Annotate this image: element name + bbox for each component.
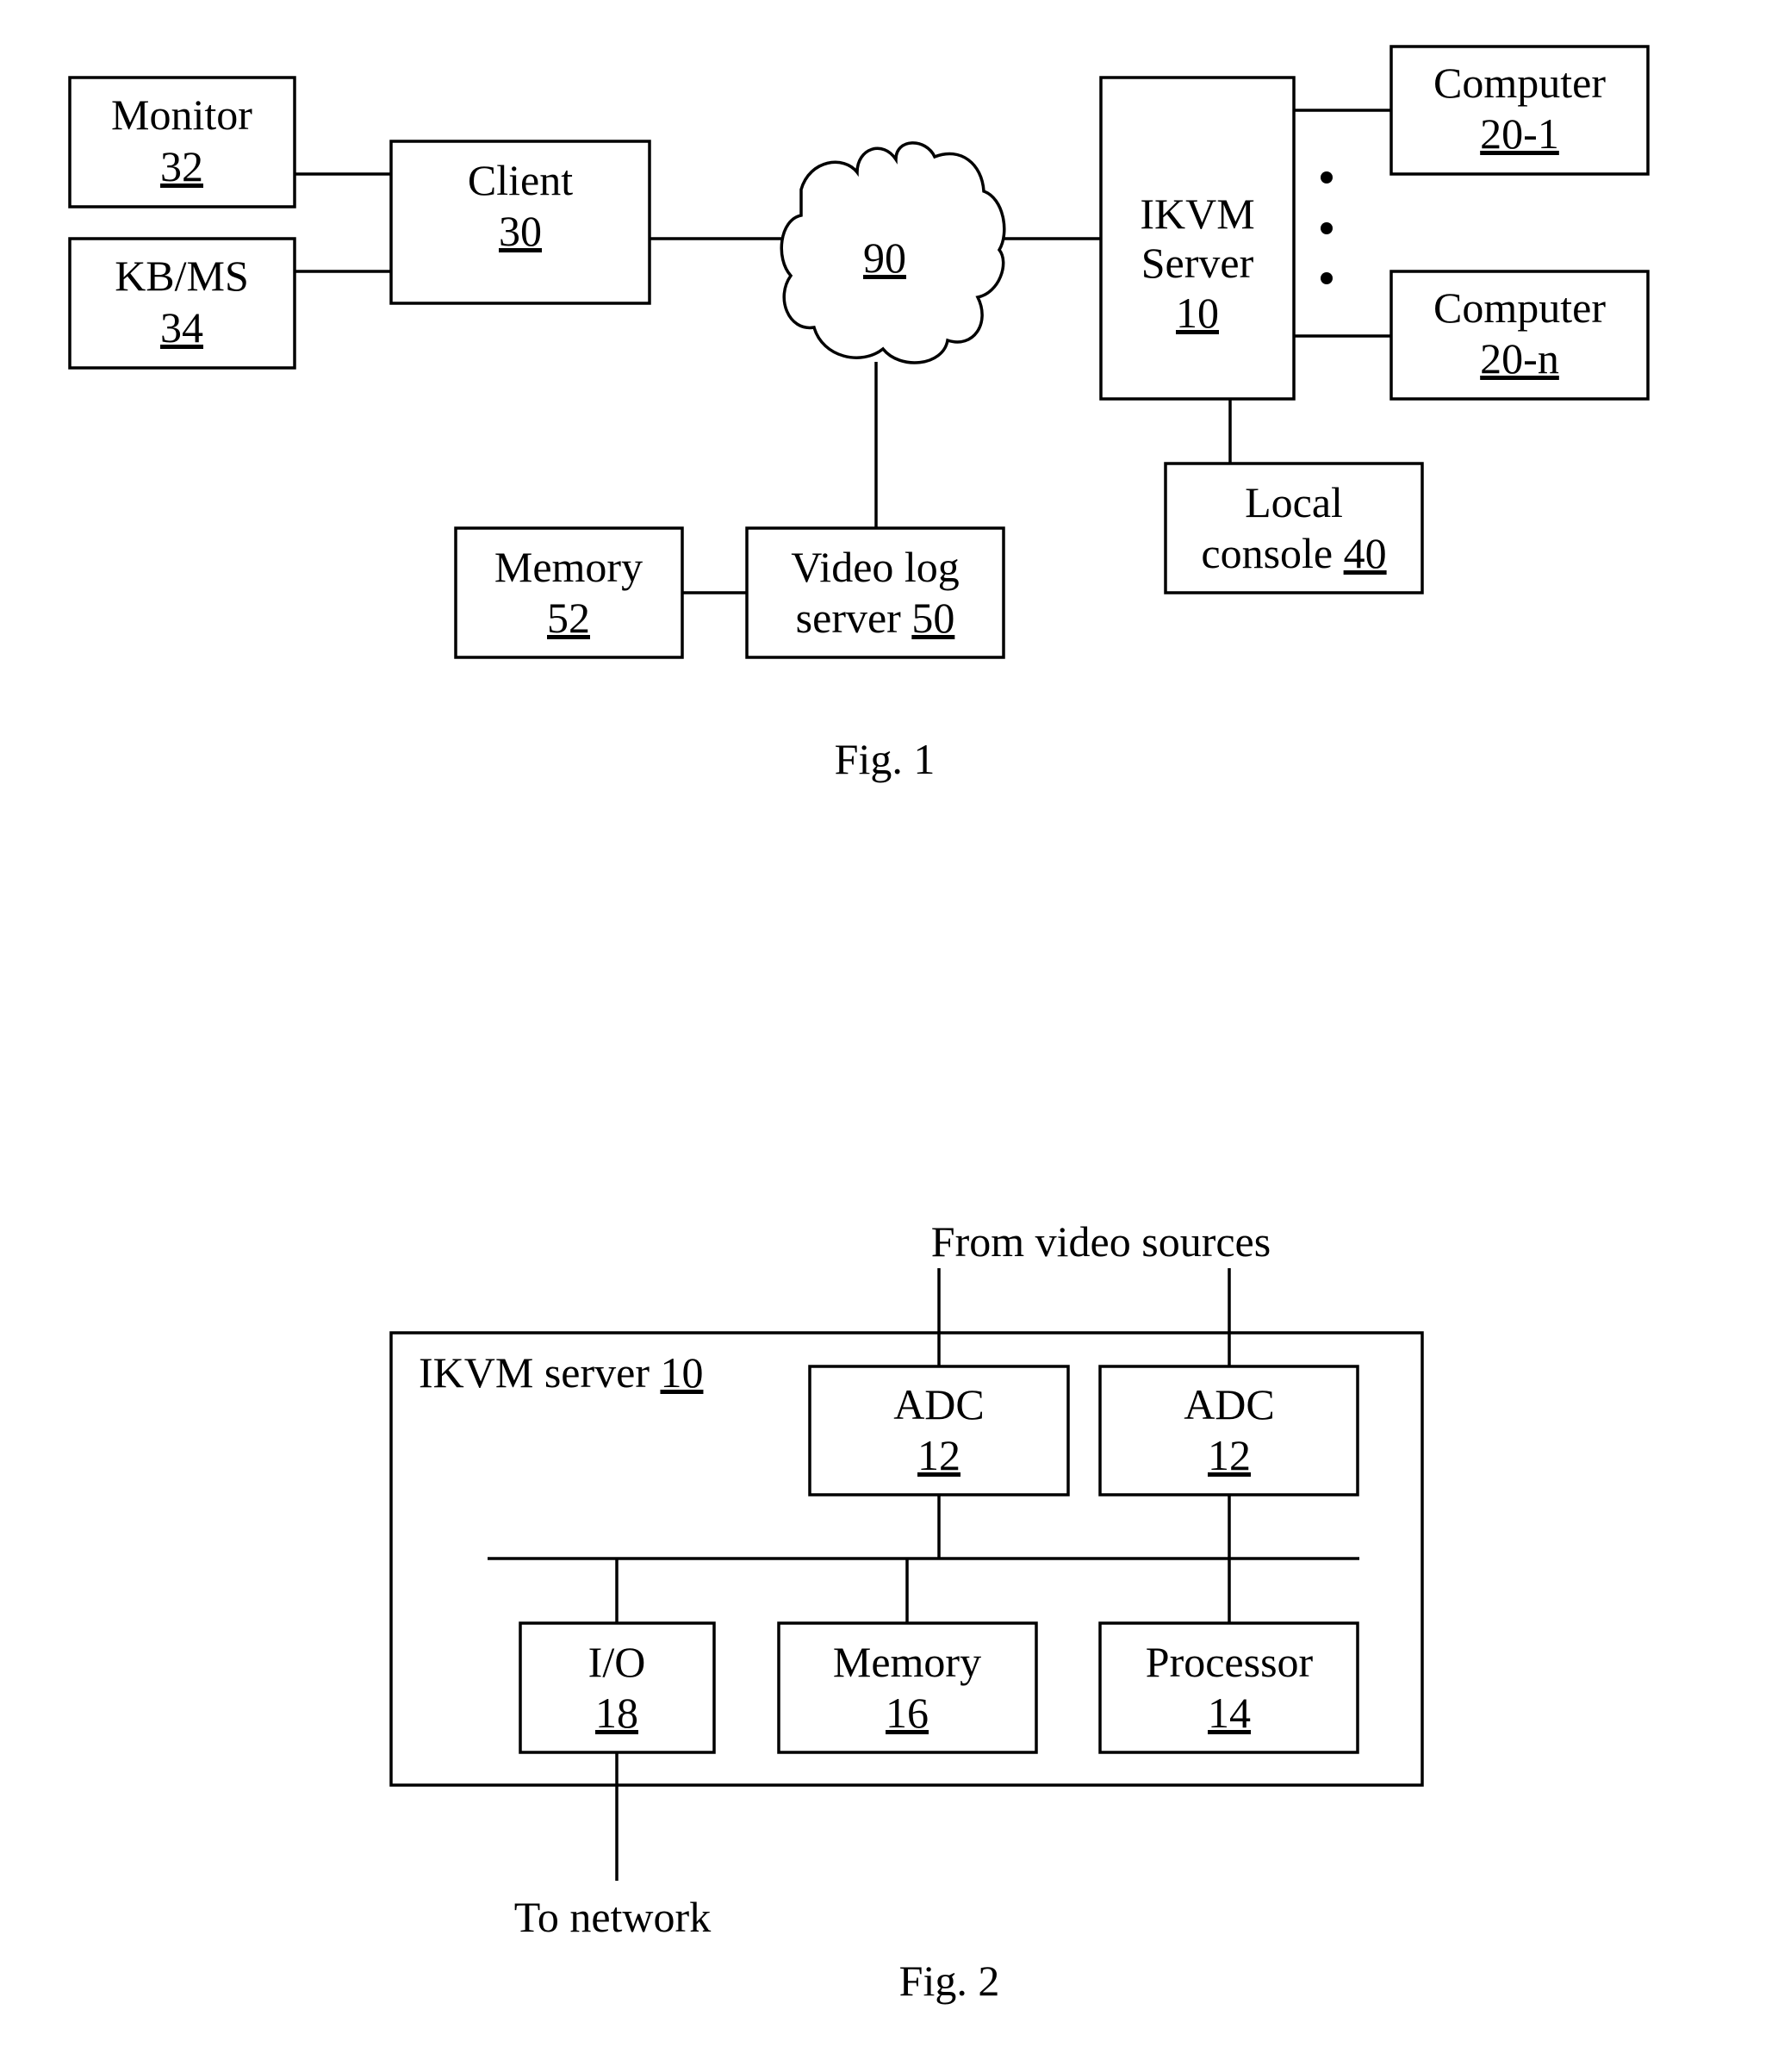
more-computers-ellipsis — [1321, 171, 1333, 284]
ellipsis-dot — [1321, 272, 1333, 284]
adc-left-ref: 12 — [917, 1431, 960, 1479]
adc-right-label: ADC — [1184, 1380, 1275, 1428]
monitor-box: Monitor 32 — [68, 76, 296, 208]
memory-52-label: Memory — [494, 543, 643, 591]
adc-right-box: ADC 12 — [1098, 1365, 1359, 1496]
computer-1-ref: 20-1 — [1480, 109, 1559, 158]
video-log-server-label-1: Video log — [791, 543, 960, 591]
monitor-label: Monitor — [111, 90, 252, 139]
figure-1: Monitor 32 KB/MS 34 Client 30 90 IKVM Se… — [68, 45, 1650, 783]
client-box: Client 30 — [389, 140, 651, 305]
io-ref: 18 — [595, 1689, 638, 1737]
figure-2-caption: Fig. 2 — [899, 1957, 1000, 2005]
from-video-sources-label: From video sources — [931, 1217, 1271, 1266]
video-log-server-box: Video log server 50 — [745, 526, 1005, 659]
ikvm-server-ref: 10 — [1176, 289, 1219, 337]
ellipsis-dot — [1321, 222, 1333, 234]
computer-1-label: Computer — [1433, 59, 1606, 107]
kbms-ref: 34 — [160, 303, 203, 352]
ikvm-server-label-1: IKVM — [1140, 190, 1254, 238]
computer-n-ref: 20-n — [1480, 334, 1559, 383]
to-network-label: To network — [514, 1893, 711, 1941]
memory-52-ref: 52 — [547, 594, 590, 642]
memory-16-label: Memory — [833, 1638, 981, 1686]
computer-n-label: Computer — [1433, 283, 1606, 332]
ikvm-server-container-ref: 10 — [660, 1348, 703, 1397]
io-box: I/O 18 — [519, 1621, 716, 1754]
io-label: I/O — [588, 1638, 646, 1686]
memory-16-box: Memory 16 — [777, 1621, 1038, 1754]
ellipsis-dot — [1321, 171, 1333, 184]
kbms-label: KB/MS — [115, 252, 249, 300]
ikvm-server-label-2: Server — [1141, 239, 1254, 287]
ikvm-server-container-label: IKVM server 10 — [419, 1348, 703, 1397]
kbms-box: KB/MS 34 — [68, 237, 296, 370]
processor-ref: 14 — [1208, 1689, 1251, 1737]
patent-figures: Monitor 32 KB/MS 34 Client 30 90 IKVM Se… — [68, 45, 1650, 2005]
memory-52-box: Memory 52 — [454, 526, 684, 659]
adc-left-box: ADC 12 — [808, 1365, 1070, 1496]
client-label: Client — [468, 156, 573, 204]
processor-box: Processor 14 — [1098, 1621, 1359, 1754]
adc-left-label: ADC — [893, 1380, 985, 1428]
network-ref: 90 — [863, 233, 906, 282]
computer-1-box: Computer 20-1 — [1389, 45, 1650, 176]
processor-label: Processor — [1146, 1638, 1314, 1686]
local-console-label-2: console 40 — [1201, 529, 1386, 577]
local-console-box: Local console 40 — [1164, 462, 1424, 594]
network-cloud: 90 — [780, 141, 1006, 364]
video-log-server-ref: 50 — [911, 594, 954, 642]
ikvm-server-box: IKVM Server 10 — [1099, 76, 1296, 401]
computer-n-box: Computer 20-n — [1389, 270, 1650, 401]
memory-16-ref: 16 — [886, 1689, 929, 1737]
client-ref: 30 — [499, 207, 542, 255]
adc-right-ref: 12 — [1208, 1431, 1251, 1479]
video-log-server-label-2: server 50 — [796, 594, 955, 642]
local-console-ref: 40 — [1344, 529, 1387, 577]
figure-2: From video sources IKVM server 10 ADC 12… — [389, 1217, 1424, 2005]
figure-1-caption: Fig. 1 — [835, 735, 936, 783]
local-console-label-1: Local — [1245, 478, 1343, 526]
monitor-ref: 32 — [160, 142, 203, 190]
